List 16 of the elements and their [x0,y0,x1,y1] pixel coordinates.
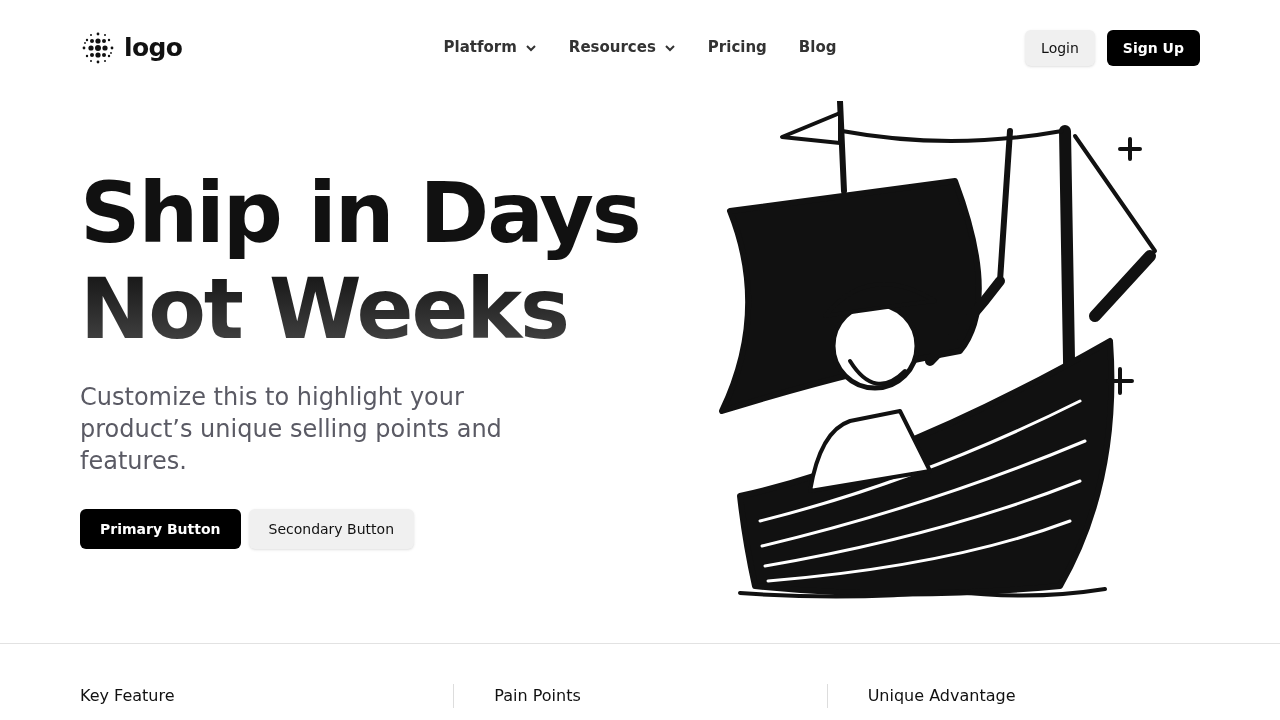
secondary-button[interactable]: Secondary Button [248,509,414,549]
headline: Ship in Days [80,165,640,261]
logo-text[interactable]: logo [124,28,183,67]
chevron-down-icon [524,43,537,52]
chevron-down-icon [663,43,676,52]
feature-title: Pain Points [494,685,581,707]
nav-link[interactable]: Platform [443,36,537,59]
primary-button[interactable]: Primary Button [80,509,241,549]
sign-up-button[interactable]: Sign Up [1106,29,1200,66]
feature-title: Unique Advantage [867,685,1016,707]
feature-title: Key Feature [80,685,175,707]
nav-link[interactable]: Blog [798,36,837,59]
login-button[interactable]: Login [1025,29,1095,66]
nav-link[interactable]: Resources [568,36,676,59]
nav-link[interactable]: Pricing [707,36,767,59]
subtitle: Customize this to highlight your product’s unique selling points and features. [80,382,503,477]
